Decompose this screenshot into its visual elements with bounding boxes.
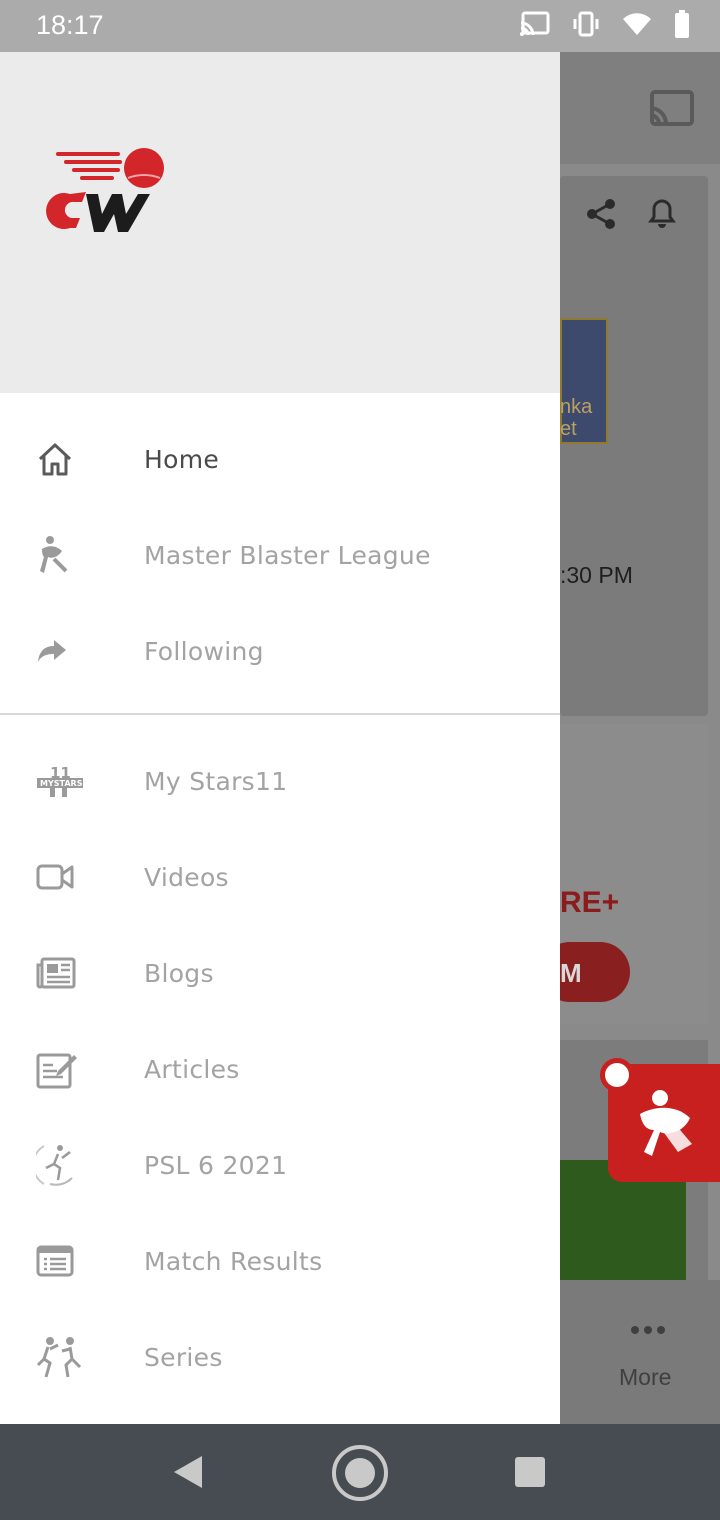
system-navigation-bar xyxy=(0,1424,720,1520)
match-time: :30 PM xyxy=(560,562,633,588)
list-icon xyxy=(0,1245,144,1277)
banner-button-label: M xyxy=(560,958,582,988)
menu-item-following[interactable]: Following xyxy=(0,603,560,699)
menu-item-match-results[interactable]: Match Results xyxy=(0,1213,560,1309)
svg-text:MYSTARS: MYSTARS xyxy=(40,779,83,788)
menu-label: Series xyxy=(144,1342,223,1372)
menu-item-home[interactable]: Home xyxy=(0,411,560,507)
cricket-world-logo xyxy=(36,144,170,238)
more-label: More xyxy=(619,1364,672,1390)
menu-label: PSL 6 2021 xyxy=(144,1150,288,1180)
battery-icon xyxy=(674,10,690,38)
background-bottom-nav xyxy=(560,1280,720,1424)
status-bar: 18:17 xyxy=(0,0,720,52)
floating-badge-dot xyxy=(600,1058,634,1092)
menu-item-master-blaster-league[interactable]: Master Blaster League xyxy=(0,507,560,603)
navigation-drawer: Home Master Blaster League Following 11 M… xyxy=(0,52,560,1424)
mystars-icon: 11 MYSTARS xyxy=(0,764,144,798)
bell-icon xyxy=(648,198,676,232)
cast-icon xyxy=(520,11,550,37)
psl-icon xyxy=(0,1140,144,1190)
menu-label: Following xyxy=(144,636,264,666)
more-dots-icon xyxy=(630,1320,666,1339)
share-arrow-icon xyxy=(0,638,144,664)
menu-item-blogs[interactable]: Blogs xyxy=(0,925,560,1021)
drawer-header xyxy=(0,52,560,393)
fielder-icon xyxy=(630,1088,700,1166)
background-match-card xyxy=(560,176,708,716)
back-icon[interactable] xyxy=(170,1454,206,1494)
menu-label: Articles xyxy=(144,1054,240,1084)
banner-text: RE+ xyxy=(560,886,620,919)
menu-label: My Stars11 xyxy=(144,766,288,796)
article-edit-icon xyxy=(0,1049,144,1089)
secondary-menu: 11 MYSTARS My Stars11 Videos Blogs Articl… xyxy=(0,715,560,1405)
primary-menu: Home Master Blaster League Following xyxy=(0,393,560,699)
menu-item-articles[interactable]: Articles xyxy=(0,1021,560,1117)
crest-text: nka et xyxy=(560,396,593,440)
menu-label: Match Results xyxy=(144,1246,323,1276)
cast-icon xyxy=(648,90,694,132)
menu-item-series[interactable]: Series xyxy=(0,1309,560,1405)
vibrate-icon xyxy=(572,10,600,38)
menu-label: Videos xyxy=(144,862,229,892)
menu-label: Master Blaster League xyxy=(144,540,431,570)
share-icon xyxy=(585,198,617,234)
batsman-icon xyxy=(0,535,144,575)
wifi-icon xyxy=(622,12,652,36)
menu-label: Blogs xyxy=(144,958,214,988)
menu-label: Home xyxy=(144,444,220,474)
video-camera-icon xyxy=(0,863,144,891)
status-time: 18:17 xyxy=(36,10,104,40)
menu-item-psl-6-2021[interactable]: PSL 6 2021 xyxy=(0,1117,560,1213)
home-icon xyxy=(0,441,144,477)
newspaper-icon xyxy=(0,957,144,989)
home-button-icon[interactable] xyxy=(331,1444,389,1506)
menu-item-videos[interactable]: Videos xyxy=(0,829,560,925)
recent-apps-icon[interactable] xyxy=(514,1456,546,1492)
players-icon xyxy=(0,1335,144,1379)
menu-item-my-stars11[interactable]: 11 MYSTARS My Stars11 xyxy=(0,733,560,829)
